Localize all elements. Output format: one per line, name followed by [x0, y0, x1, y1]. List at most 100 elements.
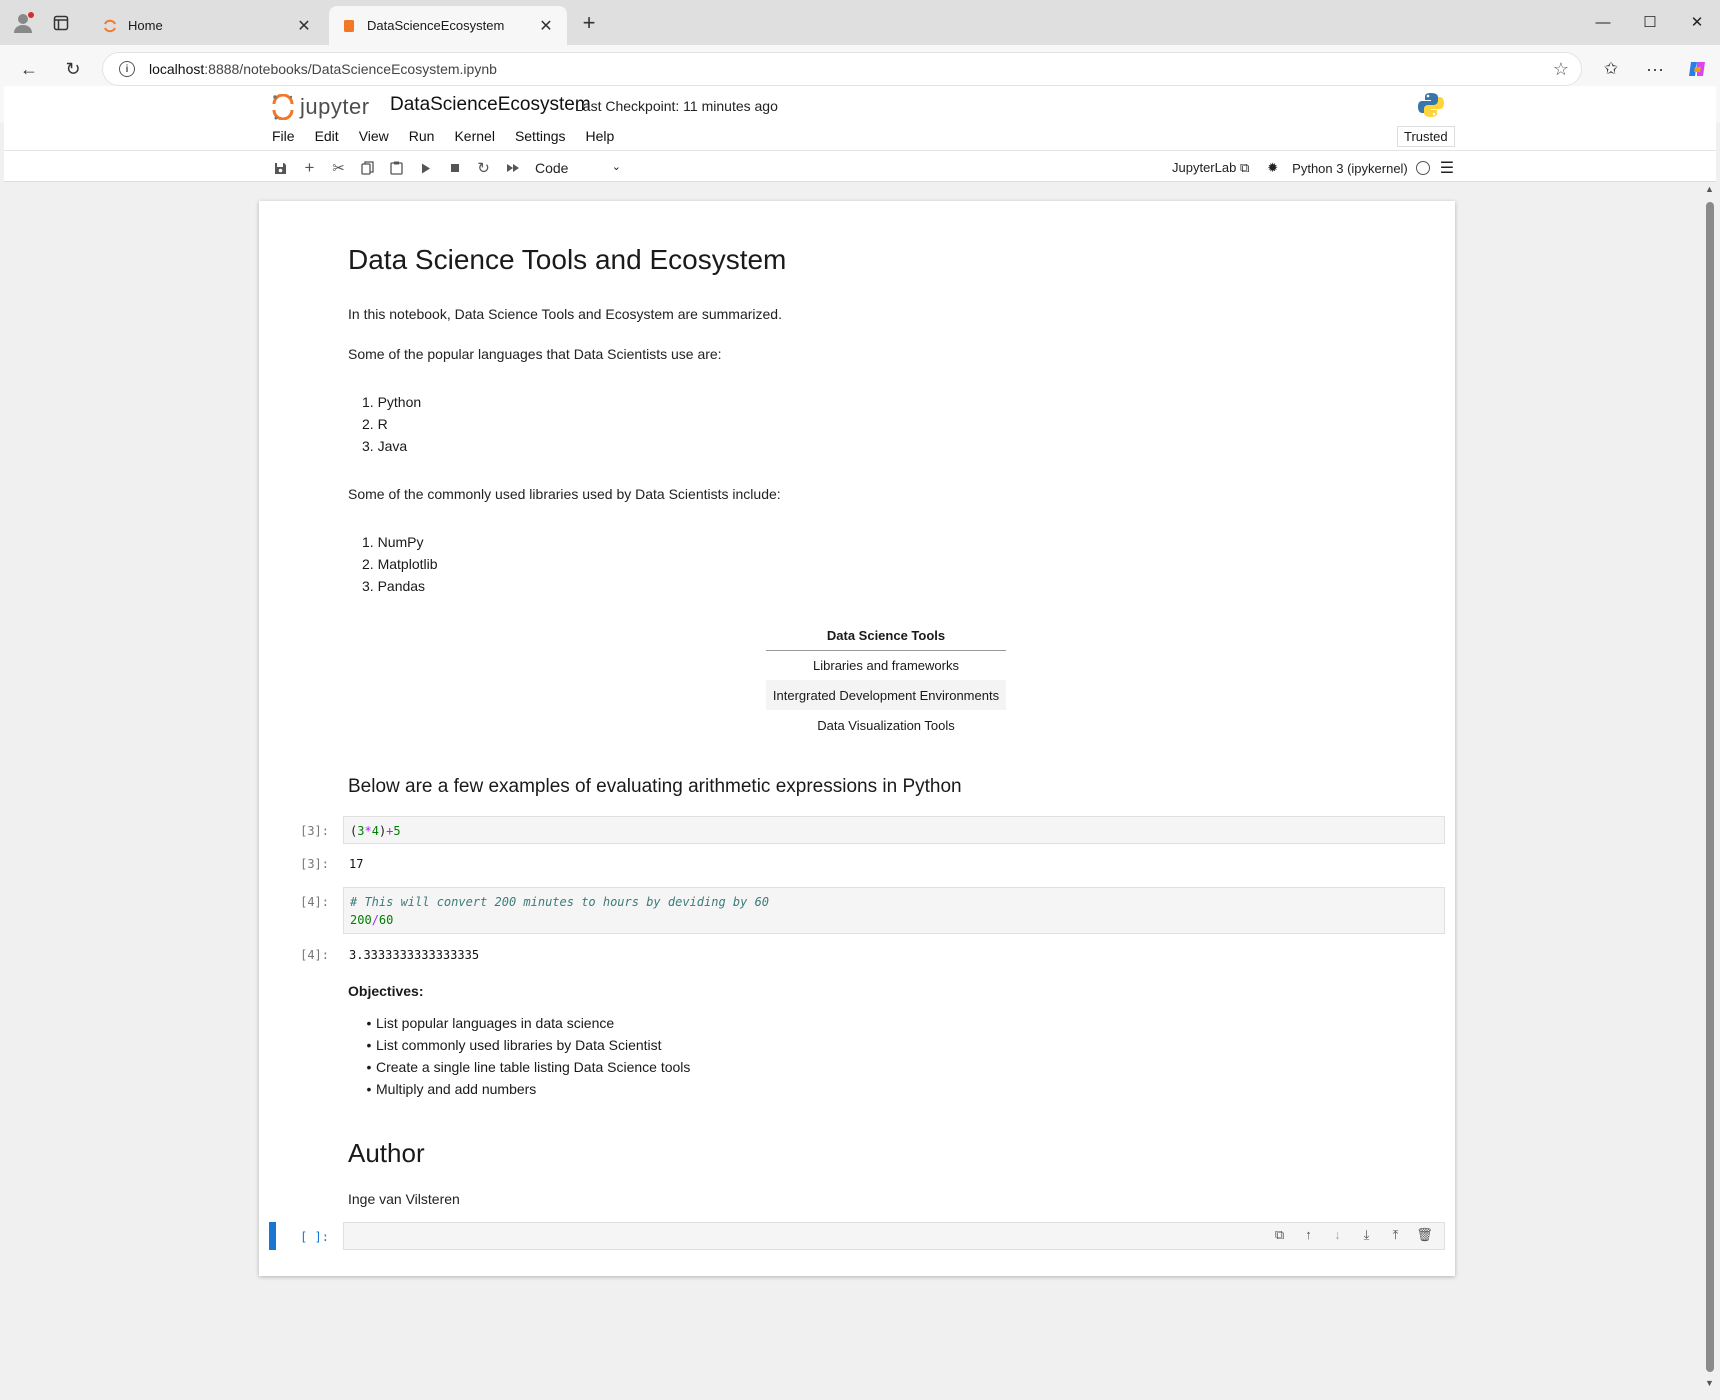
cell-type-value: Code	[535, 160, 569, 176]
menu-run[interactable]: Run	[409, 128, 435, 152]
browser-tab-bar: Home ✕ DataScienceEcosystem ✕ + — ☐ ✕	[0, 0, 1720, 45]
input-prompt: [3]:	[300, 824, 329, 838]
list-item: Multiply and add numbers	[362, 1078, 690, 1100]
list-item: NumPy	[348, 531, 438, 553]
notebook-panel: Data Science Tools and Ecosystem In this…	[259, 201, 1455, 1276]
url-input[interactable]: i localhost :8888/notebooks/DataScienceE…	[102, 52, 1582, 86]
hamburger-menu-icon[interactable]: ☰	[1440, 158, 1454, 178]
tab-label: DataScienceEcosystem	[367, 18, 505, 33]
duplicate-cell-icon[interactable]: ⧉	[1265, 1227, 1294, 1243]
jupyterlab-link[interactable]: JupyterLab ⧉	[1172, 160, 1249, 176]
minimize-button[interactable]: —	[1588, 8, 1618, 36]
input-prompt: [4]:	[300, 895, 329, 909]
languages-list: Python R Java	[348, 391, 422, 457]
jupyterlab-label: JupyterLab	[1172, 160, 1237, 175]
tab-home[interactable]: Home ✕	[90, 6, 325, 45]
profile-icon[interactable]	[10, 10, 36, 36]
run-icon[interactable]	[411, 156, 440, 180]
notebook-title[interactable]: DataScienceEcosystem	[390, 94, 591, 116]
author-heading: Author	[348, 1138, 425, 1168]
data-science-tools-table: Data Science Tools Libraries and framewo…	[766, 621, 1006, 740]
back-button[interactable]: ←	[12, 53, 46, 85]
output-prompt: [3]:	[300, 857, 329, 871]
chevron-down-icon: ⌄	[611, 161, 621, 173]
insert-below-icon[interactable]: ⤓	[1352, 1227, 1381, 1243]
objectives-list: List popular languages in data science L…	[348, 1012, 690, 1100]
list-item: Matplotlib	[348, 553, 438, 575]
menu-file[interactable]: File	[272, 128, 295, 152]
url-path: :8888/notebooks/DataScienceEcosystem.ipy…	[204, 61, 497, 77]
menu-edit[interactable]: Edit	[315, 128, 339, 152]
close-tab-icon[interactable]: ✕	[537, 16, 555, 36]
scrollbar[interactable]: ▲ ▼	[1704, 182, 1716, 1392]
tab-actions-icon[interactable]	[50, 12, 72, 34]
list-item: Java	[348, 435, 421, 457]
python-logo-icon	[1417, 91, 1445, 119]
list-item: List commonly used libraries by Data Sci…	[362, 1034, 690, 1056]
kernel-area: JupyterLab ⧉ ✹ Python 3 (ipykernel) ☰	[1172, 154, 1454, 182]
close-window-button[interactable]: ✕	[1682, 8, 1712, 36]
checkpoint-status: Last Checkpoint: 11 minutes ago	[575, 98, 778, 114]
move-down-icon[interactable]: ↓	[1323, 1227, 1352, 1243]
paste-icon[interactable]	[382, 156, 411, 180]
cell-toolbar: ⧉ ↑ ↓ ⤓ ⤒ 🗑	[1265, 1227, 1439, 1243]
menu-help[interactable]: Help	[586, 128, 615, 152]
stop-icon[interactable]	[440, 156, 469, 180]
insert-above-icon[interactable]: ⤒	[1381, 1227, 1410, 1243]
output-prompt: [4]:	[300, 948, 329, 962]
code-comment: # This will convert 200 minutes to hours…	[350, 895, 770, 909]
code-cell-2[interactable]: # This will convert 200 minutes to hours…	[343, 887, 1445, 934]
favorite-star-icon[interactable]: ☆	[1553, 59, 1569, 80]
close-tab-icon[interactable]: ✕	[295, 16, 313, 36]
jupyter-logo[interactable]: jupyter	[272, 92, 370, 122]
restart-icon[interactable]: ↻	[469, 156, 498, 180]
cell-output: 17	[349, 857, 364, 871]
code-cell-1[interactable]: (3*4)+5	[343, 816, 1445, 844]
debugger-icon[interactable]: ✹	[1267, 160, 1278, 176]
cut-icon[interactable]: ✂	[324, 156, 353, 180]
kernel-name[interactable]: Python 3 (ipykernel)	[1292, 161, 1408, 176]
scroll-up-icon[interactable]: ▲	[1705, 184, 1714, 194]
scroll-down-icon[interactable]: ▼	[1705, 1378, 1714, 1388]
table-header: Data Science Tools	[766, 621, 1006, 651]
scrollbar-thumb[interactable]	[1706, 202, 1714, 1372]
input-prompt: [ ]:	[300, 1230, 329, 1244]
save-icon[interactable]	[266, 156, 295, 180]
intro-text: In this notebook, Data Science Tools and…	[348, 306, 782, 322]
divider	[4, 150, 1716, 151]
add-cell-icon[interactable]: +	[295, 156, 324, 180]
arithmetic-heading: Below are a few examples of evaluating a…	[348, 776, 962, 797]
cell-type-select[interactable]: Code ⌄	[535, 160, 621, 176]
trusted-indicator[interactable]: Trusted	[1397, 126, 1455, 147]
delete-cell-icon[interactable]: 🗑	[1410, 1227, 1439, 1243]
fast-forward-icon[interactable]	[498, 156, 527, 180]
menu-kernel[interactable]: Kernel	[454, 128, 494, 152]
tab-datascienceecosystem[interactable]: DataScienceEcosystem ✕	[329, 6, 567, 45]
external-link-icon: ⧉	[1239, 160, 1250, 175]
reload-button[interactable]: ↻	[56, 53, 90, 85]
kernel-status-icon	[1415, 161, 1430, 175]
table-cell: Libraries and frameworks	[813, 657, 959, 673]
table-cell: Data Visualization Tools	[817, 717, 955, 733]
copilot-icon[interactable]	[1680, 53, 1714, 85]
favorites-icon[interactable]: ✩	[1594, 53, 1628, 85]
table-cell: Intergrated Development Environments	[766, 680, 1006, 710]
notebook-heading: Data Science Tools and Ecosystem	[348, 244, 787, 275]
jupyter-app: jupyter DataScienceEcosystem Last Checkp…	[4, 86, 1716, 1400]
maximize-button[interactable]: ☐	[1635, 8, 1665, 36]
notebook-toolbar: + ✂ ↻ Code ⌄	[266, 154, 621, 182]
copy-icon[interactable]	[353, 156, 382, 180]
menu-view[interactable]: View	[359, 128, 389, 152]
move-up-icon[interactable]: ↑	[1294, 1227, 1323, 1243]
menu-settings[interactable]: Settings	[515, 128, 566, 152]
more-menu-button[interactable]: ···	[1638, 53, 1672, 85]
notebook-favicon-icon	[341, 18, 357, 34]
new-tab-button[interactable]: +	[576, 10, 602, 36]
tab-label: Home	[128, 18, 163, 33]
list-item: List popular languages in data science	[362, 1012, 690, 1034]
site-info-icon[interactable]: i	[119, 61, 135, 77]
menu-bar: File Edit View Run Kernel Settings Help	[272, 128, 634, 152]
list-item: R	[348, 413, 421, 435]
list-item: Create a single line table listing Data …	[362, 1056, 690, 1078]
cell-output: 3.3333333333333335	[349, 948, 480, 962]
